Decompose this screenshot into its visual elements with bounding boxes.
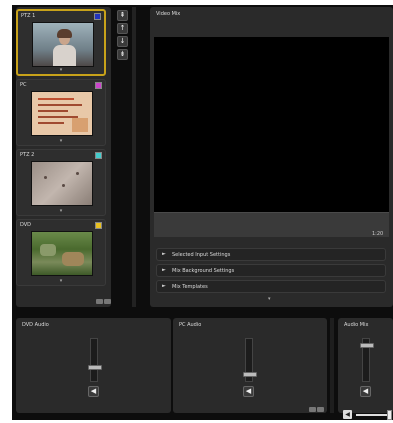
chevron-down-icon[interactable]: ▾ <box>17 138 105 144</box>
accordion-mix-background-settings[interactable]: ► Mix Background Settings <box>156 264 386 277</box>
dvd-thumbnail <box>31 231 93 276</box>
audio-area: DVD Audio ◀ PC Audio ◀ Audio Mix ◀ ◀ <box>16 318 393 420</box>
video-mix-preview <box>154 37 389 212</box>
panel-divider <box>132 7 136 307</box>
accordion-label: Mix Background Settings <box>172 268 235 274</box>
speaker-icon[interactable]: ◀ <box>360 386 371 397</box>
video-mix-title: Video Mix <box>156 11 181 17</box>
source-label: DVD <box>20 222 32 228</box>
speaker-glyph: ◀ <box>345 411 350 418</box>
chevron-down-icon[interactable]: ▾ <box>18 67 104 73</box>
audio-mix-panel: Audio Mix ◀ <box>338 318 393 413</box>
source-badge-icon <box>95 152 102 159</box>
chevron-right-icon: ► <box>162 251 166 257</box>
chevron-down-icon[interactable]: ▾ <box>268 296 271 302</box>
accordion-label: Mix Templates <box>172 284 208 290</box>
pc-audio-title: PC Audio <box>179 322 202 328</box>
dvd-audio-panel: DVD Audio ◀ <box>16 318 171 413</box>
audio-mix-fader[interactable] <box>360 338 374 382</box>
page-prev-button[interactable] <box>96 299 103 304</box>
master-volume-track[interactable] <box>356 414 391 416</box>
double-chevron-up-icon[interactable]: ⇞ <box>117 10 128 21</box>
speaker-icon[interactable]: ◀ <box>88 386 99 397</box>
chevron-down-icon[interactable]: ▾ <box>17 208 105 214</box>
pc-audio-panel: PC Audio ◀ <box>173 318 327 413</box>
source-badge-icon <box>94 13 101 20</box>
speaker-icon[interactable]: ◀ <box>243 386 254 397</box>
double-chevron-down-icon[interactable]: ⇟ <box>117 49 128 60</box>
audio-divider <box>330 318 334 413</box>
accordion-label: Selected Input Settings <box>172 252 231 258</box>
fader-knob[interactable] <box>88 365 102 370</box>
video-mix-footer <box>154 212 389 237</box>
pc-thumbnail <box>31 91 93 136</box>
source-tile-dvd[interactable]: DVD ▾ <box>16 219 106 286</box>
chevron-right-icon: ► <box>162 283 166 289</box>
chevron-up-icon[interactable]: ↑ <box>117 23 128 34</box>
accordion-mix-templates[interactable]: ► Mix Templates <box>156 280 386 293</box>
source-badge-icon <box>95 82 102 89</box>
dvd-audio-fader[interactable] <box>88 338 102 382</box>
chevron-down-icon[interactable]: ▾ <box>17 278 105 284</box>
pc-audio-fader[interactable] <box>243 338 257 382</box>
source-nav-buttons: ⇞ ↑ ↓ ⇟ <box>117 10 129 70</box>
app-window: PTZ 1 ▾ PC ▾ PTZ 2 ▾ DVD ▾ ⇞ ↑ ↓ ⇟ Video… <box>12 5 393 420</box>
source-list-panel: PTZ 1 ▾ PC ▾ PTZ 2 ▾ DVD ▾ <box>16 7 111 307</box>
fader-knob[interactable] <box>243 372 257 377</box>
chevron-down-icon[interactable]: ↓ <box>117 36 128 47</box>
accordion-selected-input-settings[interactable]: ► Selected Input Settings <box>156 248 386 261</box>
ptz2-thumbnail <box>31 161 93 206</box>
chevron-right-icon: ► <box>162 267 166 273</box>
source-badge-icon <box>95 222 102 229</box>
video-mix-panel: Video Mix 1:20 ► Selected Input Settings… <box>150 7 393 307</box>
source-label: PTZ 1 <box>21 13 36 19</box>
master-speaker-icon[interactable]: ◀ <box>343 410 352 419</box>
page-prev-button[interactable] <box>309 407 316 412</box>
page-next-button[interactable] <box>317 407 324 412</box>
master-volume-knob[interactable] <box>387 410 392 420</box>
page-next-button[interactable] <box>104 299 111 304</box>
ptz1-thumbnail <box>32 22 94 67</box>
zoom-level: 1:20 <box>372 231 384 237</box>
source-tile-ptz1[interactable]: PTZ 1 ▾ <box>16 9 106 76</box>
fader-knob[interactable] <box>360 343 374 348</box>
audio-mix-title: Audio Mix <box>344 322 369 328</box>
source-label: PC <box>20 82 27 88</box>
dvd-audio-title: DVD Audio <box>22 322 49 328</box>
source-label: PTZ 2 <box>20 152 35 158</box>
source-tile-ptz2[interactable]: PTZ 2 ▾ <box>16 149 106 216</box>
source-tile-pc[interactable]: PC ▾ <box>16 79 106 146</box>
